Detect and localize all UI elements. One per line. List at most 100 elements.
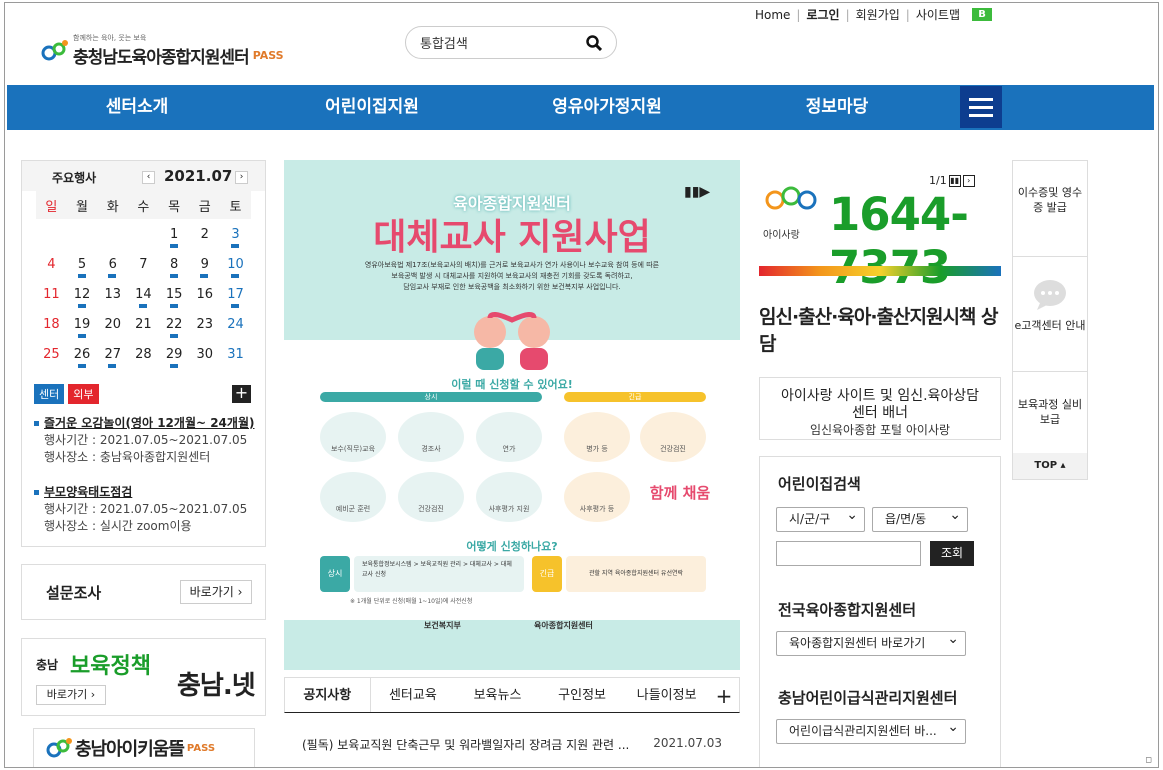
tab-center[interactable]: 센터 [34,384,65,404]
banner-next-icon[interactable]: › [962,174,975,187]
aisarang-brand: 아이사랑 [763,230,800,241]
poster-q1: 이럴 때 신청할 수 있어요! [451,378,573,391]
tab-education[interactable]: 센터교육 [371,678,456,712]
banner-region: 충남 [36,658,59,672]
poster-item: 연가 [476,412,542,462]
quick-divider [1013,371,1087,372]
day-cell[interactable]: 3 [220,227,251,248]
daycare-search-title: 어린이집검색 [778,475,861,493]
quick-divider [1013,256,1087,257]
alt-line: 임신육아종합 포털 아이사랑 [809,423,951,437]
poster-sec-a: 상시 [320,392,542,402]
notice-date: 2021.07.03 [653,736,722,750]
banner-pause-icon[interactable]: ▮▮ [948,174,961,187]
quick-certificate[interactable]: 이수증및 영수증 발급 [1013,185,1087,215]
tab-jobs[interactable]: 구인정보 [540,678,625,712]
day-cell[interactable]: 22 [159,317,190,338]
policy-banner[interactable]: 충남 보육정책 바로가기 › 충남.넷 [21,638,266,716]
day-cell[interactable]: 26 [67,347,98,368]
day-cell: 28 [135,346,152,362]
day-cell: 20 [104,316,121,332]
aisarang-phone: 1644-7373 [829,188,969,294]
day-cell[interactable]: 10 [220,257,251,278]
day-cell[interactable]: 15 [159,287,190,308]
more-events-button[interactable]: + [232,385,251,403]
town-select[interactable]: 읍/면/동 [872,504,968,532]
event-title[interactable]: 즐거운 오감놀이(영아 12개월~ 24개월) [34,415,254,432]
banner-pager: 1/1 ▮▮ › [929,174,975,187]
quick-ecustomer[interactable]: e고객센터 안내 [1013,318,1087,333]
next-month-button[interactable]: › [235,171,248,184]
survey-goto-button[interactable]: 바로가기 › [180,580,252,604]
daycare-search-button[interactable]: 조회 [930,541,974,566]
event-title[interactable]: 부모양육태도점검 [34,484,247,501]
daycare-name-input[interactable] [776,541,921,566]
quick-expense[interactable]: 보육과정 실비보급 [1013,397,1087,427]
search-icon[interactable] [586,34,602,51]
notice-title[interactable]: (필독) 보육교직원 단축근무 및 워라밸일자리 장려금 지원 관련 ... [302,736,629,753]
day-cell[interactable]: 1 [159,227,190,248]
poster-bottom-bg [284,620,740,670]
day-cell[interactable]: 12 [67,287,98,308]
day-cell[interactable]: 5 [67,257,98,278]
poster-item: 사후평가 등 [564,472,630,522]
day-cell[interactable]: 8 [159,257,190,278]
weekday-label: 금 [198,199,211,215]
day-cell[interactable]: 29 [159,347,190,368]
notice-item[interactable]: (필독) 보육교직원 단축근무 및 워라밸일자리 장려금 지원 관련 ... 2… [302,736,722,753]
national-center-title: 전국육아종합지원센터 [778,601,917,619]
chat-bubble-icon[interactable] [1032,279,1068,311]
home-link[interactable]: Home [749,8,796,22]
banner-alt-text: 아이사랑 사이트 및 임신.육아상담 센터 배너 임신육아종합 포털 아이사랑 [759,377,1001,440]
page-frame: Home | 로그인 | 회원가입 | 사이트맵 B 함께하는 육아, 웃는 보육 충… [4,2,1159,768]
top-button[interactable]: TOP ▴ [1013,453,1087,479]
poster-org2: 육아종합지원센터 [534,621,593,630]
site-logo[interactable]: 함께하는 육아, 웃는 보육 충청남도육아종합지원센터 PASS [41,33,284,68]
day-cell[interactable]: 14 [128,287,159,308]
day-cell[interactable]: 17 [220,287,251,308]
policy-goto-button[interactable]: 바로가기 › [36,685,106,705]
day-cell[interactable]: 19 [67,317,98,338]
national-center-select[interactable]: 육아종합지원센터 바로가기 [776,628,966,656]
week-row: 11 12 13 14 15 16 17 [36,279,251,309]
search-box[interactable]: 통합검색 [405,26,617,59]
calendar-grid: 일 월 화 수 목 금 토 1 2 3 4 5 6 7 8 9 10 11 12… [36,191,251,369]
tab-outing[interactable]: 나들이정보 [624,678,709,712]
day-cell[interactable]: 6 [97,257,128,278]
poster-title: 대체교사 지원사업 [373,216,651,258]
poster-q2: 어떻게 신청하나요? [466,540,558,553]
meal-center-select[interactable]: 어린이급식관리지원센터 바... [776,716,966,744]
event-item[interactable]: 부모양육태도점검 행사기간 : 2021.07.05~2021.07.05 행사… [34,484,247,535]
notice-more-button[interactable]: + [709,678,739,712]
tab-notice[interactable]: 공지사항 [285,678,371,712]
logo-name: 충청남도육아종합지원센터 [73,48,250,68]
day-cell[interactable]: 9 [189,257,220,278]
kium-name: 충남아이키움뜰 [75,739,185,760]
city-select[interactable]: 시/군/구 [776,504,865,532]
tab-outside[interactable]: 외부 [68,384,99,404]
nav-info[interactable]: 정보마당 [777,85,897,130]
tab-news[interactable]: 보육뉴스 [455,678,540,712]
event-item[interactable]: 즐거운 오감놀이(영아 12개월~ 24개월) 행사기간 : 2021.07.0… [34,415,254,466]
notice-tabs: 공지사항 센터교육 보육뉴스 구인정보 나들이정보 + [284,677,740,713]
blog-badge[interactable]: B [972,8,992,21]
login-link[interactable]: 로그인 [800,6,845,23]
join-link[interactable]: 회원가입 [850,6,906,23]
week-row: 1 2 3 [36,219,251,249]
consult-banner[interactable]: 임신·출산·육아·출산지원시책 상담 [759,299,1001,359]
menu-icon[interactable] [960,86,1002,128]
search-input[interactable]: 통합검색 [420,33,468,52]
day-cell: 30 [196,346,214,362]
sitemap-link[interactable]: 사이트맵 [910,6,966,23]
nav-family-support[interactable]: 영유아가정지원 [527,85,687,130]
event-type-tabs: 센터 외부 [34,384,99,404]
prev-month-button[interactable]: ‹ [142,171,155,184]
nav-center-intro[interactable]: 센터소개 [67,85,207,130]
kium-banner[interactable]: 충남아이키움뜰 PASS [33,728,255,767]
day-cell[interactable]: 27 [97,347,128,368]
day-cell: 24 [227,316,244,332]
nav-daycare-support[interactable]: 어린이집지원 [287,85,457,130]
alt-line: 아이사랑 사이트 및 임신.육아상담 [780,388,980,404]
day-cell: 7 [139,256,148,272]
main-poster[interactable]: ▮▮▶ 육아종합지원센터 대체교사 지원사업 영유아보육법 제17조(보육교사의… [284,160,740,670]
